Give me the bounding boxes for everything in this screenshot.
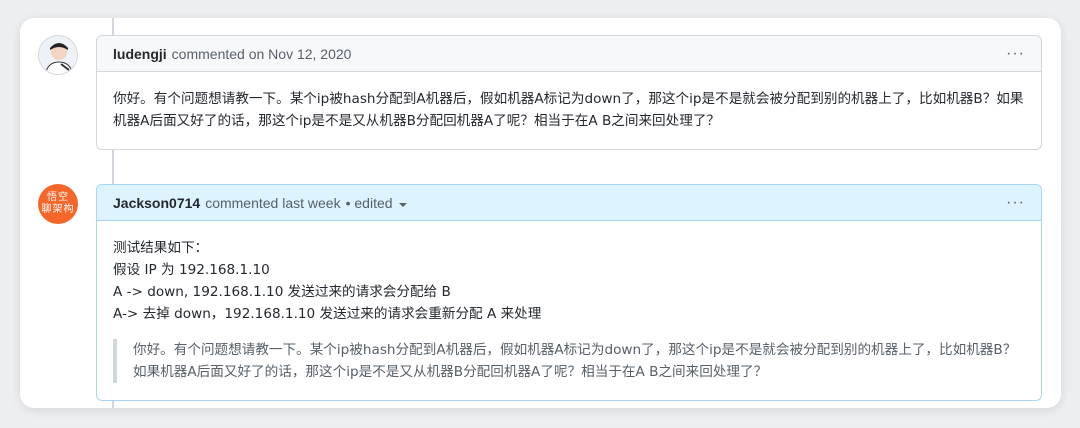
avatar-jackson0714[interactable]: 悟空 聊架构 xyxy=(38,184,78,224)
timeline-card: ludengji commented on Nov 12, 2020 ··· 你… xyxy=(20,18,1061,408)
comment-line: A -> down, 192.168.1.10 发送过来的请求会分配给 B xyxy=(113,284,451,300)
comment-line: 测试结果如下： xyxy=(113,240,209,256)
comment-header: Jackson0714 commented last week • edited… xyxy=(97,185,1041,221)
comment-author[interactable]: ludengji xyxy=(113,46,167,62)
comment-header: ludengji commented on Nov 12, 2020 ··· xyxy=(97,36,1041,72)
comment-author[interactable]: Jackson0714 xyxy=(113,195,200,211)
chevron-down-icon[interactable] xyxy=(398,202,407,207)
comment-line: A-> 去掉 down，192.168.1.10 发送过来的请求会重新分配 A … xyxy=(113,306,542,322)
quoted-reply: 你好。有个问题想请教一下。某个ip被hash分配到A机器后，假如机器A标记为do… xyxy=(113,339,1025,383)
avatar-text-line: 悟空 xyxy=(47,192,69,203)
edited-dropdown[interactable]: • edited xyxy=(346,195,393,211)
comment-line: 假设 IP 为 192.168.1.10 xyxy=(113,262,270,278)
comment-meta[interactable]: commented last week xyxy=(205,195,340,211)
comment-meta[interactable]: commented on Nov 12, 2020 xyxy=(172,46,352,62)
more-options-icon[interactable]: ··· xyxy=(1006,45,1025,63)
comment-2: Jackson0714 commented last week • edited… xyxy=(96,184,1042,401)
comment-1: ludengji commented on Nov 12, 2020 ··· 你… xyxy=(96,35,1042,150)
avatar-ludengji[interactable] xyxy=(38,35,78,75)
more-options-icon[interactable]: ··· xyxy=(1006,194,1025,212)
avatar-text-line: 聊架构 xyxy=(41,204,75,215)
comment-body: 测试结果如下： 假设 IP 为 192.168.1.10 A -> down, … xyxy=(97,221,1041,399)
user-avatar-icon xyxy=(39,36,77,74)
comment-body: 你好。有个问题想请教一下。某个ip被hash分配到A机器后，假如机器A标记为do… xyxy=(113,91,1024,129)
